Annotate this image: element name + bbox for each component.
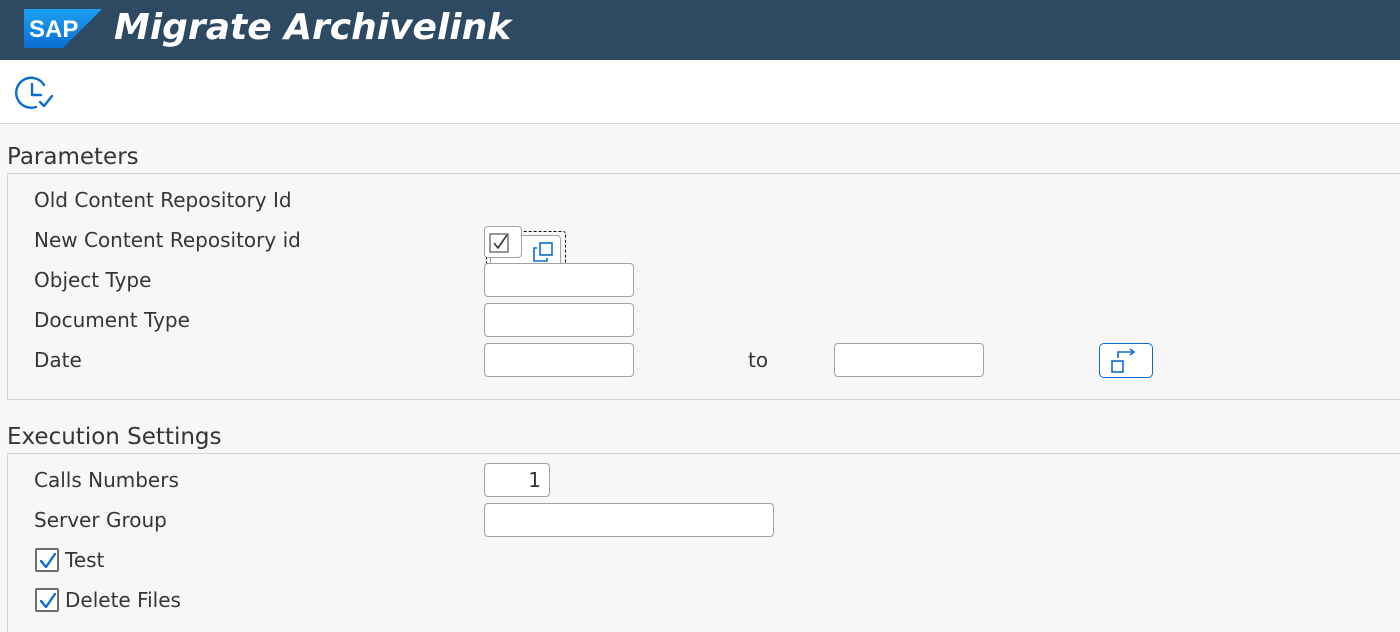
date-to-label: to — [748, 348, 769, 372]
new-repo-checkbox[interactable] — [484, 226, 522, 258]
delete-files-checkbox[interactable] — [35, 588, 59, 612]
check-icon — [39, 592, 57, 609]
test-checkbox[interactable] — [35, 548, 59, 572]
calls-numbers-label: Calls Numbers — [34, 468, 179, 492]
object-type-label: Object Type — [34, 268, 152, 292]
selection-screen: Parameters Old Content Repository Id New… — [0, 124, 1400, 632]
check-icon — [39, 552, 57, 569]
execute-clock-check-icon — [14, 76, 54, 109]
multiple-selection-button[interactable] — [1099, 343, 1153, 378]
sap-logo-text: SAP — [29, 16, 78, 43]
value-help-icon[interactable] — [532, 241, 554, 263]
calls-numbers-input[interactable]: 1 — [484, 463, 550, 497]
multiple-selection-icon — [1111, 348, 1135, 373]
date-label: Date — [34, 348, 82, 372]
date-from-input[interactable] — [484, 343, 634, 377]
execution-group: Calls Numbers 1 Server Group Test Delete… — [7, 453, 1400, 632]
title-bar: SAP Migrate Archivelink — [0, 0, 1400, 60]
server-group-label: Server Group — [34, 508, 167, 532]
document-type-input[interactable] — [484, 303, 634, 337]
test-label[interactable]: Test — [65, 547, 104, 573]
execute-button[interactable] — [14, 73, 58, 113]
application-toolbar — [0, 60, 1400, 124]
check-icon — [489, 233, 509, 253]
parameters-group-title: Parameters — [7, 144, 139, 170]
old-repo-label: Old Content Repository Id — [34, 188, 292, 212]
date-to-input[interactable] — [834, 343, 984, 377]
document-type-label: Document Type — [34, 308, 190, 332]
execution-group-title: Execution Settings — [7, 424, 222, 450]
object-type-input[interactable] — [484, 263, 634, 297]
sap-logo: SAP — [24, 9, 102, 48]
page-title: Migrate Archivelink — [114, 7, 512, 48]
parameters-group: Old Content Repository Id New Content Re… — [7, 173, 1400, 400]
server-group-input[interactable] — [484, 503, 774, 537]
new-repo-label: New Content Repository id — [34, 228, 301, 252]
delete-files-label[interactable]: Delete Files — [65, 587, 181, 613]
